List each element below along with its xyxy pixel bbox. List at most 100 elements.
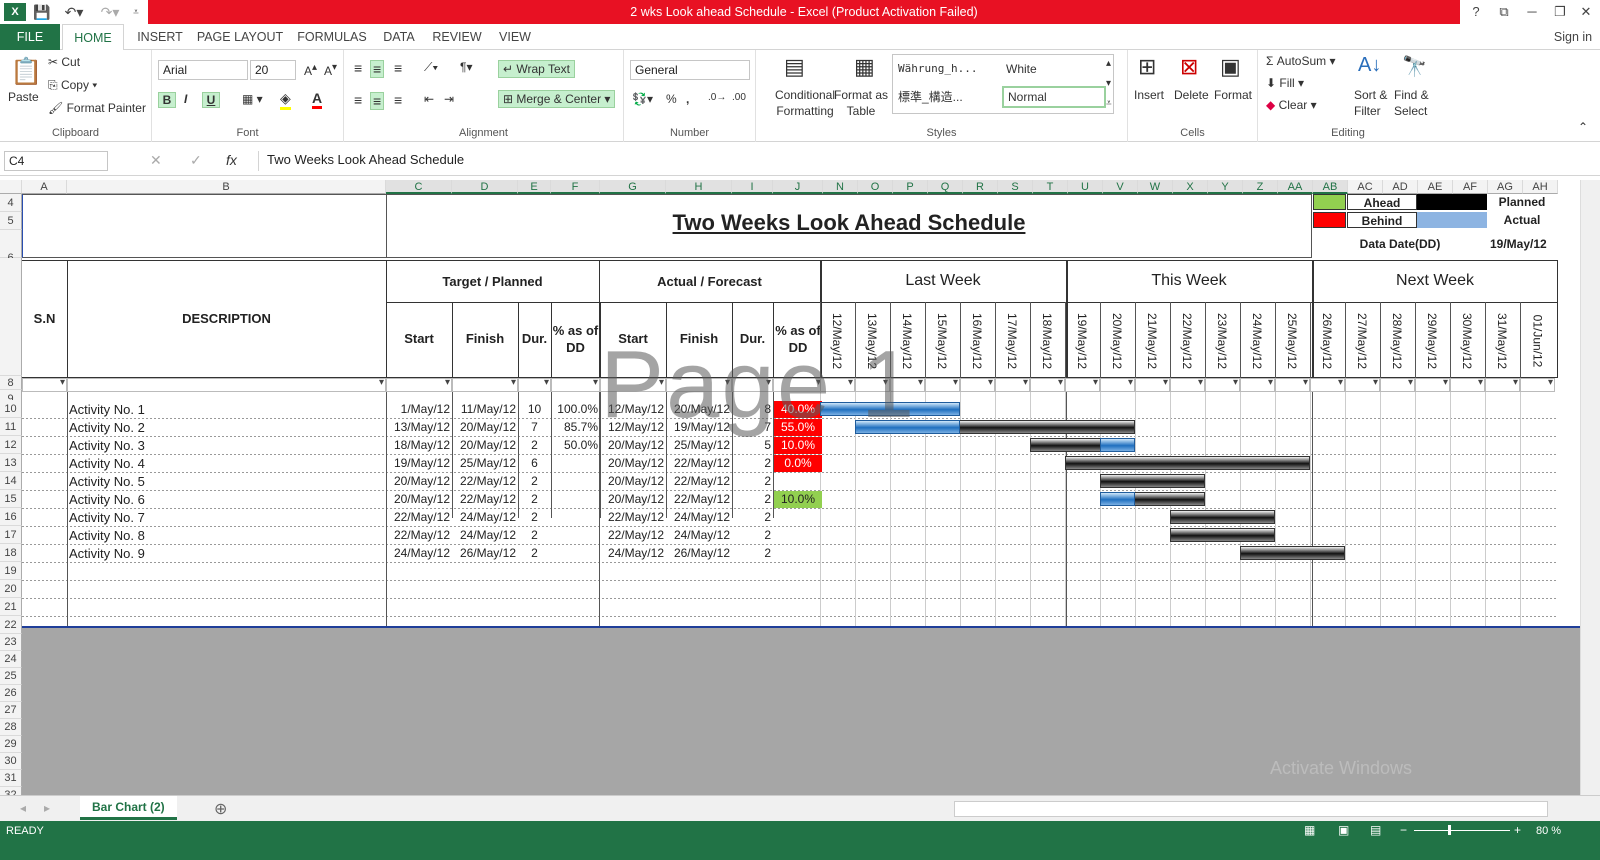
- activity-pp[interactable]: 50.0%: [553, 437, 598, 454]
- filter-dropdown[interactable]: [1205, 377, 1240, 392]
- filter-dropdown[interactable]: [1415, 377, 1450, 392]
- row-header[interactable]: 10: [0, 400, 22, 418]
- activity-pf[interactable]: 22/May/12: [454, 473, 516, 490]
- row-header[interactable]: 16: [0, 508, 22, 526]
- column-header[interactable]: S: [998, 180, 1033, 194]
- format-as-table-button[interactable]: Format as: [830, 88, 892, 102]
- shrink-font-icon[interactable]: A▾: [324, 62, 337, 78]
- column-header[interactable]: J: [773, 180, 823, 194]
- activity-pf[interactable]: 26/May/12: [454, 545, 516, 562]
- activity-ps[interactable]: 20/May/12: [388, 491, 450, 508]
- row-header[interactable]: 24: [0, 651, 22, 668]
- filter-dropdown[interactable]: [960, 377, 995, 392]
- insert-cells-icon[interactable]: ⊞: [1138, 54, 1156, 80]
- column-header[interactable]: AH: [1523, 180, 1558, 194]
- activity-pf[interactable]: 24/May/12: [454, 509, 516, 526]
- tab-insert[interactable]: INSERT: [130, 24, 190, 50]
- find-select-icon[interactable]: 🔭: [1402, 54, 1427, 79]
- help-button[interactable]: ?: [1462, 0, 1490, 24]
- font-size-select[interactable]: 20: [250, 60, 296, 80]
- restore-button[interactable]: ❐: [1546, 0, 1574, 24]
- decrease-decimal-icon[interactable]: .00: [732, 92, 746, 103]
- row-header[interactable]: 27: [0, 702, 22, 719]
- column-header[interactable]: I: [732, 180, 773, 194]
- paste-button[interactable]: Paste: [8, 90, 39, 104]
- column-header[interactable]: R: [963, 180, 998, 194]
- tab-view[interactable]: VIEW: [492, 24, 538, 50]
- activity-pd[interactable]: 2: [520, 491, 549, 508]
- copy-button[interactable]: ⎘ Copy ▾: [48, 78, 97, 93]
- activity-as[interactable]: 20/May/12: [602, 455, 664, 472]
- customize-qat-icon[interactable]: ⩡: [130, 3, 142, 21]
- column-header[interactable]: T: [1033, 180, 1068, 194]
- activity-af[interactable]: 24/May/12: [668, 527, 730, 544]
- increase-decimal-icon[interactable]: .0→: [708, 92, 726, 103]
- row-header[interactable]: 28: [0, 719, 22, 736]
- activity-pd[interactable]: 6: [520, 455, 549, 472]
- filter-dropdown[interactable]: [1030, 377, 1065, 392]
- filter-dropdown[interactable]: [386, 377, 452, 392]
- activity-af[interactable]: 22/May/12: [668, 473, 730, 490]
- accounting-icon[interactable]: 💱▾: [632, 92, 653, 106]
- insert-function-icon[interactable]: fx: [226, 152, 237, 168]
- tab-home[interactable]: HOME: [62, 24, 124, 51]
- filter-dropdown[interactable]: [551, 377, 600, 392]
- decrease-indent-icon[interactable]: ⇤: [424, 92, 434, 106]
- activity-pd[interactable]: 2: [520, 527, 549, 544]
- filter-dropdown[interactable]: [518, 377, 551, 392]
- zoom-level[interactable]: 80 %: [1536, 825, 1561, 837]
- column-header[interactable]: AB: [1313, 180, 1348, 194]
- activity-pd[interactable]: 7: [520, 419, 549, 436]
- activity-ps[interactable]: 22/May/12: [388, 527, 450, 544]
- activity-pd[interactable]: 2: [520, 437, 549, 454]
- normal-view-icon[interactable]: ▦: [1304, 823, 1315, 837]
- fill-color-icon[interactable]: ◈: [280, 90, 291, 110]
- filter-dropdown[interactable]: [452, 377, 518, 392]
- format-painter-button[interactable]: 🖌 Format Painter: [48, 101, 146, 115]
- activity-pf[interactable]: 11/May/12: [454, 401, 516, 418]
- conditional-formatting-icon[interactable]: ▤: [784, 54, 805, 80]
- column-header[interactable]: F: [551, 180, 600, 194]
- wrap-text-button[interactable]: ↵ Wrap Text: [498, 60, 575, 78]
- style-normal[interactable]: Normal: [1002, 86, 1106, 108]
- sort-filter-button[interactable]: Sort &: [1354, 88, 1387, 102]
- column-header[interactable]: W: [1138, 180, 1173, 194]
- cut-button[interactable]: ✂ Cut: [48, 55, 80, 69]
- column-header[interactable]: U: [1068, 180, 1103, 194]
- filter-dropdown[interactable]: [1065, 377, 1100, 392]
- undo-icon[interactable]: ↶▾: [60, 3, 88, 21]
- name-box[interactable]: C4: [4, 151, 108, 171]
- column-header[interactable]: Q: [928, 180, 963, 194]
- formula-input[interactable]: Two Weeks Look Ahead Schedule: [258, 151, 1596, 171]
- activity-desc[interactable]: Activity No. 6: [69, 491, 384, 508]
- filter-dropdown[interactable]: [1380, 377, 1415, 392]
- align-left-icon[interactable]: ≡: [354, 92, 362, 108]
- activity-pp[interactable]: 85.7%: [553, 419, 598, 436]
- filter-dropdown[interactable]: [925, 377, 960, 392]
- delete-cells-button[interactable]: Delete: [1174, 88, 1209, 102]
- activity-ap[interactable]: 10.0%: [774, 491, 822, 508]
- align-middle-icon[interactable]: ≡: [370, 60, 385, 78]
- activity-ad[interactable]: 2: [734, 491, 771, 508]
- style-waehrung[interactable]: Währung_h...: [898, 62, 977, 75]
- enter-icon[interactable]: ✓: [190, 152, 202, 169]
- activity-pf[interactable]: 24/May/12: [454, 527, 516, 544]
- activity-ps[interactable]: 18/May/12: [388, 437, 450, 454]
- activity-desc[interactable]: Activity No. 5: [69, 473, 384, 490]
- horizontal-scrollbar[interactable]: [954, 801, 1548, 817]
- activity-ps[interactable]: 13/May/12: [388, 419, 450, 436]
- activity-desc[interactable]: Activity No. 7: [69, 509, 384, 526]
- save-icon[interactable]: 💾: [32, 3, 52, 21]
- column-header[interactable]: Y: [1208, 180, 1243, 194]
- row-header[interactable]: 32: [0, 787, 22, 795]
- borders-icon[interactable]: ▦ ▾: [242, 92, 263, 106]
- row-header[interactable]: 13: [0, 454, 22, 472]
- column-header[interactable]: N: [823, 180, 858, 194]
- column-header[interactable]: G: [600, 180, 666, 194]
- fill-button[interactable]: ⬇ Fill ▾: [1266, 76, 1304, 90]
- cancel-icon[interactable]: ✕: [150, 152, 162, 169]
- activity-pf[interactable]: 22/May/12: [454, 491, 516, 508]
- row-header[interactable]: 12: [0, 436, 22, 454]
- filter-dropdown[interactable]: [1485, 377, 1520, 392]
- filter-dropdown[interactable]: [1345, 377, 1380, 392]
